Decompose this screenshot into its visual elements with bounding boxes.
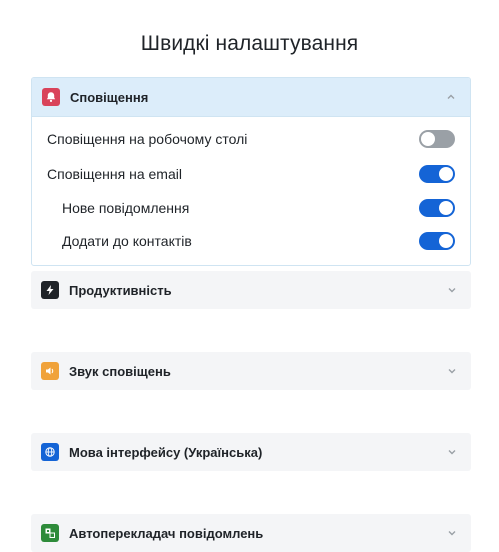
section-productivity[interactable]: Продуктивність — [31, 271, 471, 309]
page-title: Швидкі налаштування — [140, 32, 359, 55]
toggle-knob — [439, 234, 453, 248]
globe-icon — [41, 443, 59, 461]
section-label-translate: Автоперекладач повідомлень — [69, 525, 264, 541]
speaker-icon — [41, 362, 59, 380]
setting-label: Сповіщення на робочому столі — [47, 131, 248, 147]
section-translate[interactable]: Автоперекладач повідомлень — [31, 514, 471, 552]
section-label-productivity: Продуктивність — [69, 282, 172, 298]
setting-row-email-notifications: Сповіщення на email — [47, 163, 455, 185]
chevron-up-icon[interactable] — [446, 92, 456, 102]
chevron-down-icon[interactable] — [447, 447, 457, 457]
add-to-contacts-toggle[interactable] — [419, 232, 455, 250]
setting-row-new-message: Нове повідомлення — [62, 197, 455, 219]
lightning-icon — [41, 281, 59, 299]
section-header-notifications[interactable]: Сповіщення — [32, 78, 470, 117]
setting-row-desktop-notifications: Сповіщення на робочому столі — [47, 128, 455, 150]
toggle-knob — [421, 132, 435, 146]
section-label-sound: Звук сповіщень — [69, 363, 171, 379]
section-language[interactable]: Мова інтерфейсу (Українська) — [31, 433, 471, 471]
chevron-down-icon[interactable] — [447, 366, 457, 376]
bell-icon — [42, 88, 60, 106]
translate-icon — [41, 524, 59, 542]
email-notifications-toggle[interactable] — [419, 165, 455, 183]
desktop-notifications-toggle[interactable] — [419, 130, 455, 148]
setting-row-add-to-contacts: Додати до контактів — [62, 230, 455, 252]
chevron-down-icon[interactable] — [447, 528, 457, 538]
setting-label: Нове повідомлення — [62, 200, 190, 216]
section-notifications: Сповіщення Сповіщення на робочому столі … — [31, 77, 471, 266]
setting-label: Сповіщення на email — [47, 166, 182, 182]
toggle-knob — [439, 201, 453, 215]
setting-label: Додати до контактів — [62, 233, 192, 249]
toggle-knob — [439, 167, 453, 181]
section-label-notifications: Сповіщення — [70, 89, 149, 105]
section-label-language: Мова інтерфейсу (Українська) — [69, 444, 263, 460]
new-message-toggle[interactable] — [419, 199, 455, 217]
chevron-down-icon[interactable] — [447, 285, 457, 295]
section-sound[interactable]: Звук сповіщень — [31, 352, 471, 390]
